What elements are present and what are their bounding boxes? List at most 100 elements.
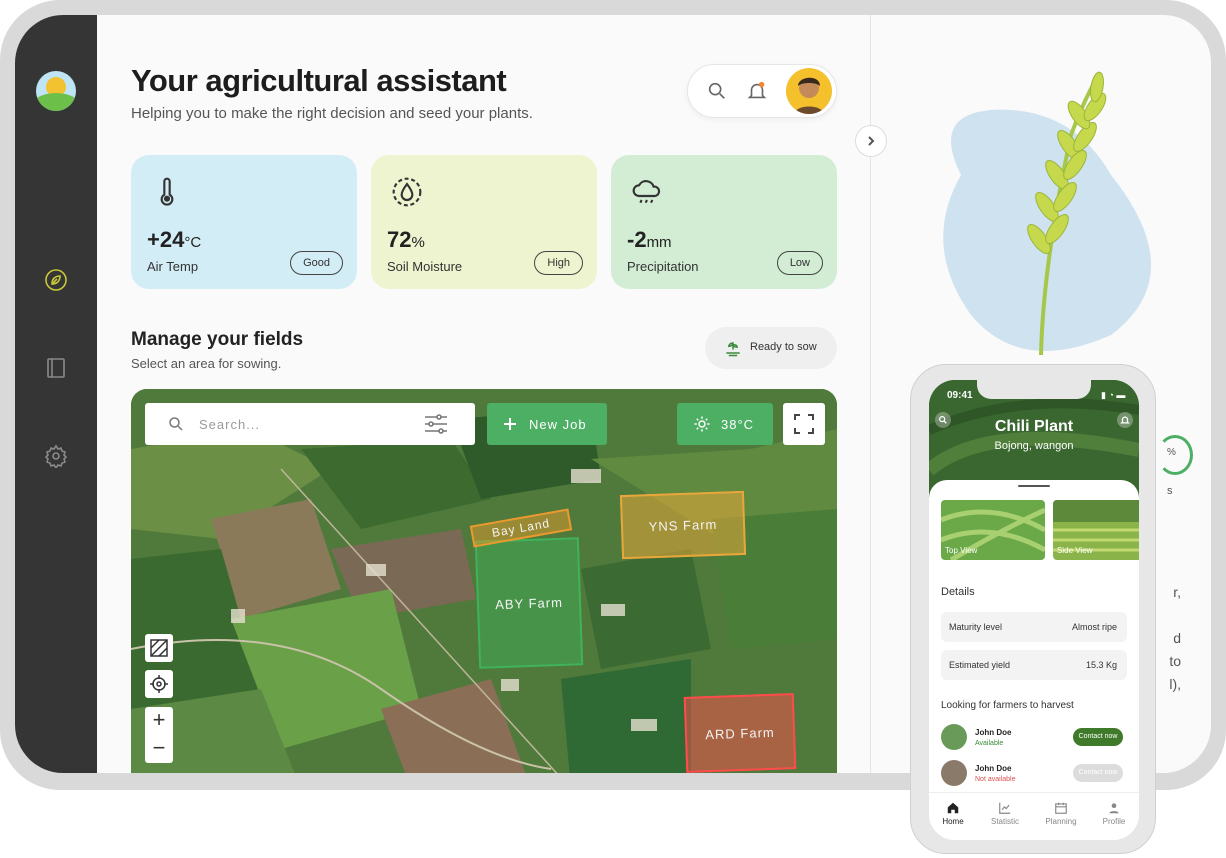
- ready-to-sow-button[interactable]: Ready to sow: [705, 327, 837, 369]
- avatar: [941, 724, 967, 750]
- sidebar: [15, 15, 97, 773]
- details-sheet: Top View Side View Details Maturity leve…: [929, 480, 1139, 840]
- main-content: Your agricultural assistant Helping you …: [97, 15, 870, 773]
- contact-button[interactable]: Contact now: [1073, 728, 1123, 746]
- plant-location: Bojong, wangon: [994, 440, 1074, 452]
- list-item: John Doe Available Contact now: [941, 724, 1127, 752]
- phone-mockup: 09:41 ▮ ◔ ▬ Chili Plant Bojong, wangon T…: [910, 364, 1156, 854]
- search-icon[interactable]: [706, 80, 728, 102]
- status-badge: Low: [776, 251, 823, 275]
- detail-row: Maturity level Almost ripe: [941, 612, 1127, 642]
- card-label: Air Temp: [147, 259, 199, 274]
- partial-text-right: r, d to l),: [1169, 584, 1181, 692]
- avatar: [941, 760, 967, 786]
- side-view-image[interactable]: Side View: [1053, 500, 1139, 560]
- farm-aby[interactable]: ABY Farm: [474, 537, 584, 669]
- progress-percent: %: [1167, 447, 1176, 458]
- sun-icon: [694, 416, 710, 432]
- temperature-label: 38°C: [721, 417, 755, 432]
- field-map[interactable]: ABY Farm Bay Land YNS Farm ARD Farm Sear…: [131, 389, 837, 773]
- detail-value: 15.3 Kg: [1085, 660, 1117, 670]
- home-icon: [947, 802, 959, 814]
- search-placeholder: Search...: [199, 417, 261, 432]
- status-badge: Good: [290, 251, 343, 275]
- card-unit: °C: [184, 234, 202, 251]
- plant-title: Chili Plant: [994, 418, 1074, 435]
- detail-label: Estimated yield: [949, 660, 1011, 670]
- card-value: 72: [387, 227, 412, 252]
- new-job-label: New Job: [529, 417, 587, 432]
- phone-screen: 09:41 ▮ ◔ ▬ Chili Plant Bojong, wangon T…: [929, 380, 1139, 840]
- card-value: -2: [627, 227, 647, 252]
- detail-value: Almost ripe: [1071, 622, 1117, 632]
- droplet-icon: [392, 177, 422, 207]
- gear-icon[interactable]: [44, 444, 68, 468]
- avatar[interactable]: [786, 68, 832, 114]
- user-icon: [1109, 803, 1119, 814]
- detail-row: Estimated yield 15.3 Kg: [941, 650, 1127, 680]
- section-title: Manage your fields: [131, 329, 304, 350]
- precipitation-card[interactable]: -2mm Precipitation Low: [611, 155, 837, 289]
- tab-home[interactable]: Home: [932, 801, 974, 826]
- zoom-out-button[interactable]: −: [145, 735, 173, 763]
- filter-sliders-icon[interactable]: [423, 413, 449, 435]
- thermometer-icon: [160, 177, 174, 206]
- plus-icon: [504, 418, 516, 430]
- air-temp-card[interactable]: +24°C Air Temp Good: [131, 155, 357, 289]
- farmer-name: John Doe: [975, 728, 1012, 737]
- card-label: Soil Moisture: [387, 259, 463, 274]
- temperature-button[interactable]: 38°C: [677, 403, 773, 445]
- chart-line-icon: [999, 802, 1011, 814]
- farm-yns[interactable]: YNS Farm: [619, 490, 747, 560]
- view-label: Side View: [1057, 546, 1093, 555]
- tab-statistic[interactable]: Statistic: [984, 801, 1026, 826]
- soil-moisture-card[interactable]: 72% Soil Moisture High: [371, 155, 597, 289]
- status-badge: High: [534, 251, 583, 275]
- status-time: 09:41: [947, 390, 973, 401]
- details-title: Details: [941, 586, 975, 598]
- sprout-icon: [726, 342, 740, 357]
- card-unit: %: [411, 234, 425, 251]
- page-subtitle: Helping you to make the right decision a…: [131, 105, 533, 122]
- bell-icon[interactable]: [746, 80, 768, 102]
- card-unit: mm: [646, 234, 672, 251]
- ready-label: Ready to sow: [750, 341, 817, 353]
- leaf-icon[interactable]: [44, 268, 68, 292]
- farm-ard[interactable]: ARD Farm: [683, 693, 797, 773]
- farmer-name: John Doe: [975, 764, 1012, 773]
- farmers-title: Looking for farmers to harvest: [941, 700, 1074, 711]
- sheet-handle[interactable]: [1018, 485, 1050, 487]
- section-subtitle: Select an area for sowing.: [131, 356, 282, 371]
- crosshair-icon: [150, 675, 168, 693]
- new-job-button[interactable]: New Job: [487, 403, 607, 445]
- tab-planning[interactable]: Planning: [1040, 801, 1082, 826]
- page-title: Your agricultural assistant: [131, 63, 507, 98]
- tab-profile[interactable]: Profile: [1093, 801, 1135, 826]
- locate-button[interactable]: [145, 670, 173, 698]
- status-icons: ▮ ◔ ▬: [1101, 390, 1126, 400]
- zoom-controls: + −: [145, 707, 173, 763]
- calendar-icon: [1055, 802, 1067, 814]
- card-value: +24: [147, 227, 185, 252]
- top-view-image[interactable]: Top View: [941, 500, 1045, 560]
- fullscreen-icon: [794, 414, 814, 434]
- book-icon[interactable]: [44, 356, 68, 380]
- detail-label: Maturity level: [949, 622, 1003, 632]
- view-label: Top View: [945, 546, 978, 555]
- search-icon: [169, 417, 183, 431]
- partial-side-text: s: [1167, 485, 1173, 497]
- layers-button[interactable]: [145, 634, 173, 662]
- cloud-rain-icon: [632, 180, 661, 204]
- topbar: [687, 64, 837, 118]
- fullscreen-button[interactable]: [783, 403, 825, 445]
- farmer-status: Available: [975, 740, 1004, 747]
- map-search-input[interactable]: Search...: [145, 403, 475, 445]
- wheat-illustration: [943, 71, 1151, 356]
- logo: [36, 71, 76, 111]
- phone-tab-bar: Home Statistic Planning Profile: [929, 792, 1139, 840]
- card-label: Precipitation: [627, 259, 699, 274]
- list-item: John Doe Not available Contact now: [941, 760, 1127, 788]
- zoom-in-button[interactable]: +: [145, 707, 173, 735]
- pattern-layer-icon: [150, 639, 168, 657]
- farmer-status: Not available: [975, 776, 1016, 783]
